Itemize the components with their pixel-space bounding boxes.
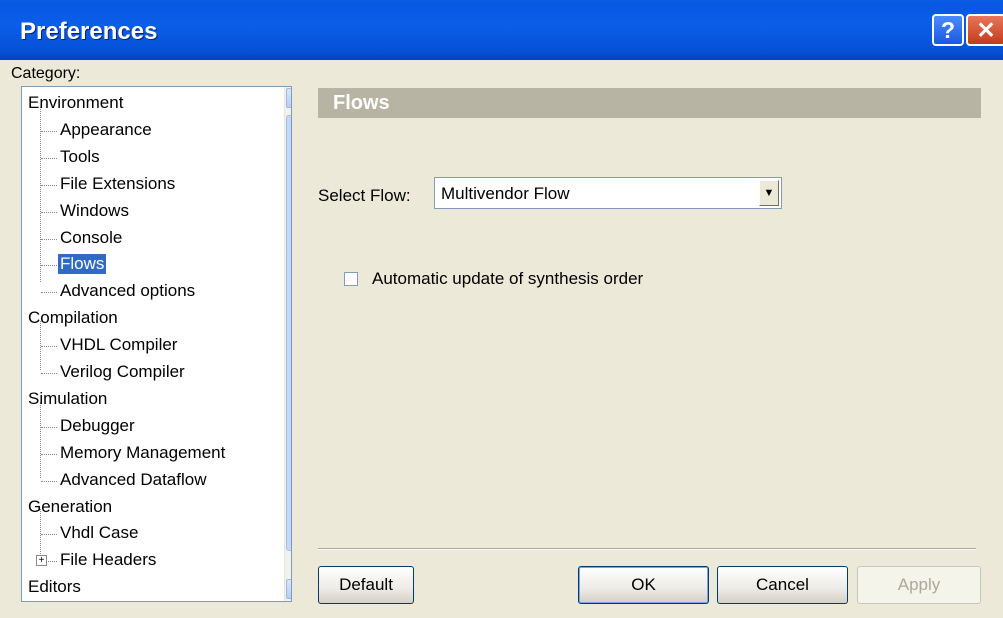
select-flow-value: Multivendor Flow <box>441 184 570 203</box>
tree-item[interactable]: File Extensions <box>60 174 175 194</box>
scroll-thumb[interactable] <box>286 115 291 551</box>
expand-plus-icon[interactable]: + <box>36 555 47 566</box>
close-button[interactable]: ✕ <box>966 14 1003 46</box>
cancel-button[interactable]: Cancel <box>717 566 848 604</box>
tree-category[interactable]: Compilation <box>28 308 118 328</box>
tree-item[interactable]: VHDL Compiler <box>60 335 177 355</box>
tree-connector <box>41 481 57 482</box>
dropdown-button[interactable]: ▼ <box>759 180 779 206</box>
tree-item[interactable]: Console <box>60 228 122 248</box>
auto-update-checkbox[interactable] <box>344 272 358 286</box>
select-flow-label: Select Flow: <box>318 186 411 205</box>
auto-update-label[interactable]: Automatic update of synthesis order <box>372 269 643 289</box>
tree-connector <box>41 212 57 213</box>
default-button[interactable]: Default <box>318 566 414 604</box>
tree-connector <box>41 265 57 266</box>
tree-connector <box>41 292 57 293</box>
window-title: Preferences <box>20 18 158 45</box>
tree-item[interactable]: Advanced Dataflow <box>60 470 206 490</box>
tree-item[interactable]: Advanced options <box>60 281 195 301</box>
apply-button[interactable]: Apply <box>857 566 981 604</box>
ok-button[interactable]: OK <box>578 566 709 604</box>
tree-item[interactable]: Debugger <box>60 416 135 436</box>
tree-item[interactable]: Verilog Compiler <box>60 362 185 382</box>
section-header: Flows <box>318 88 981 118</box>
title-bar[interactable]: Preferences ? ✕ <box>0 0 1003 61</box>
tree-item[interactable]: Windows <box>60 201 129 221</box>
close-icon: ✕ <box>976 17 996 43</box>
select-flow-dropdown[interactable]: Multivendor Flow ▼ <box>434 177 782 209</box>
tree-connector <box>41 427 57 428</box>
tree-connector <box>41 454 57 455</box>
separator <box>318 548 976 550</box>
tree-connector <box>41 131 57 132</box>
tree-item[interactable]: Tools <box>60 147 100 167</box>
category-label: Category: <box>11 65 81 82</box>
tree-connector <box>41 185 57 186</box>
tree-category[interactable]: Environment <box>28 93 123 113</box>
tree-connector <box>40 107 41 282</box>
section-title: Flows <box>333 92 390 114</box>
tree-connector <box>41 534 57 535</box>
tree-connector <box>41 346 57 347</box>
help-icon: ? <box>940 17 956 43</box>
tree-item[interactable]: Vhdl Case <box>60 523 138 543</box>
tree-connector <box>41 239 57 240</box>
help-button[interactable]: ? <box>932 14 964 46</box>
chevron-up-icon: ▲ <box>290 91 291 105</box>
chevron-down-icon: ▼ <box>763 187 775 199</box>
tree-scrollbar[interactable]: ▲ ▼ <box>284 87 291 601</box>
tree-connector <box>41 373 57 374</box>
tree-item[interactable]: Appearance <box>60 120 152 140</box>
tree-connector <box>40 402 41 478</box>
tree-item[interactable]: File Headers <box>60 550 156 570</box>
scroll-up-button[interactable]: ▲ <box>286 88 291 108</box>
tree-category[interactable]: Simulation <box>28 389 107 409</box>
tree-connector <box>41 158 57 159</box>
tree-category[interactable]: Generation <box>28 497 112 517</box>
tree-category[interactable]: Editors <box>28 577 81 597</box>
tree-item[interactable]: Flows <box>58 254 107 274</box>
scroll-down-button[interactable]: ▼ <box>286 579 291 599</box>
category-tree[interactable]: Environment Appearance Tools File Extension… <box>21 86 292 602</box>
tree-item[interactable]: Memory Management <box>60 443 225 463</box>
chevron-down-icon: ▼ <box>290 582 291 596</box>
